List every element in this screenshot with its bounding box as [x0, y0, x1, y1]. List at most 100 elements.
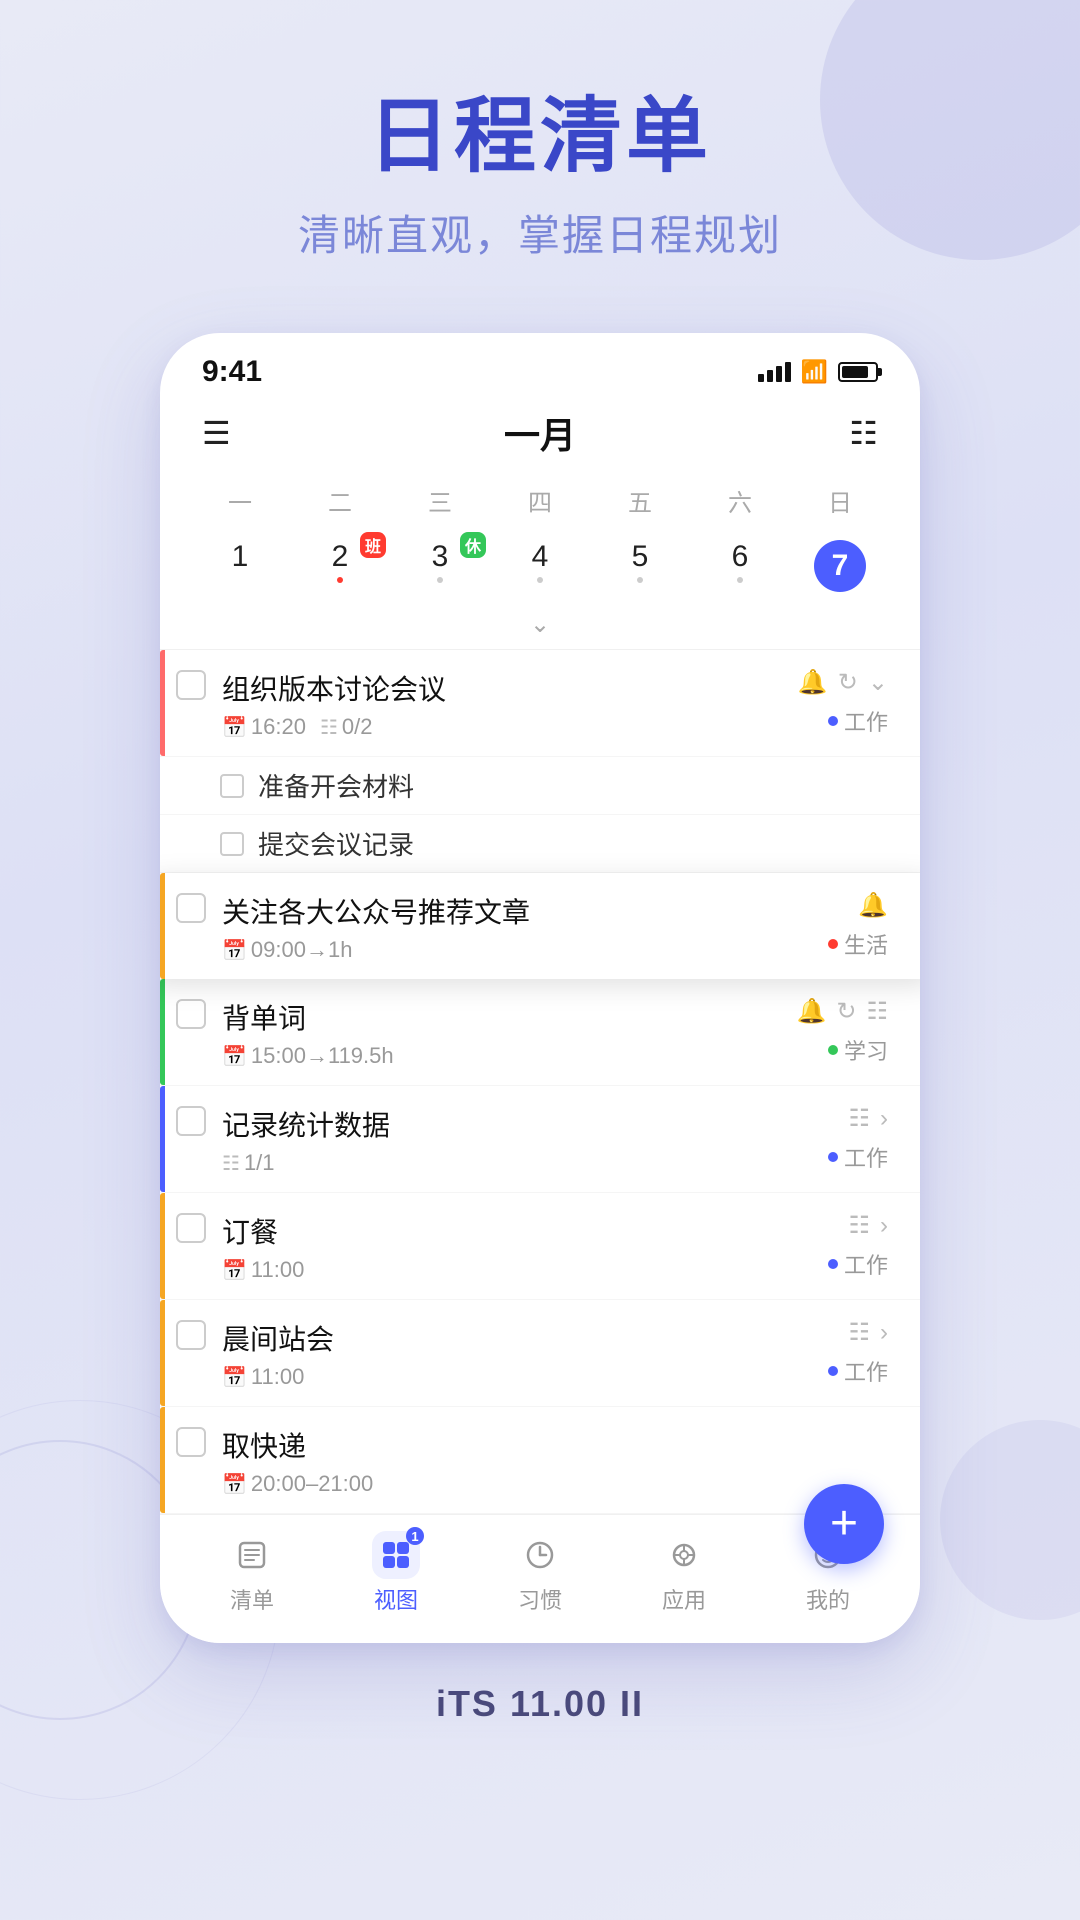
task-time: 📅 16:20: [222, 714, 306, 740]
subtask-icon: ☷: [320, 715, 338, 740]
task-item[interactable]: 取快递 📅 20:00–21:00: [160, 1407, 920, 1514]
task-color-bar: [160, 979, 165, 1085]
task-time: 📅 20:00–21:00: [222, 1471, 373, 1497]
menu-icon[interactable]: ☰: [202, 417, 231, 449]
grid-icon[interactable]: ☷: [866, 997, 888, 1026]
calendar-date-4[interactable]: 4: [490, 532, 590, 600]
calendar-date-3[interactable]: 3 休: [390, 532, 490, 600]
bottom-label: iTS 11.00 II: [436, 1683, 644, 1725]
nav-item-view[interactable]: 1 视图: [346, 1531, 446, 1615]
nav-icon-list: [228, 1531, 276, 1579]
subtask-title: 提交会议记录: [258, 825, 414, 862]
wifi-icon: 📶: [801, 359, 828, 385]
task-meta: 📅 16:20 ☷ 0/2: [222, 714, 798, 740]
nav-label-list: 清单: [230, 1583, 274, 1615]
task-time: 📅 09:00→1h: [222, 937, 352, 963]
task-checkbox[interactable]: [176, 1320, 206, 1350]
page-title: 日程清单: [298, 90, 782, 184]
task-color-bar: [160, 1193, 165, 1299]
category-dot: [828, 1366, 838, 1376]
task-time: 📅 11:00: [222, 1257, 304, 1283]
task-title: 取快递: [222, 1425, 888, 1465]
grid-icon[interactable]: ☷: [848, 1104, 870, 1133]
task-item[interactable]: 背单词 📅 15:00→119.5h 🔔 ↻ ☷: [160, 979, 920, 1086]
weekday-mon: 一: [190, 477, 290, 524]
subtask-checkbox[interactable]: [220, 774, 244, 798]
grid-icon[interactable]: ☷: [848, 1211, 870, 1240]
nav-icon-habit: [516, 1531, 564, 1579]
task-content: 关注各大公众号推荐文章 📅 09:00→1h: [222, 891, 828, 963]
status-bar: 9:41 📶: [160, 333, 920, 397]
task-checkbox[interactable]: [176, 670, 206, 700]
task-checkbox[interactable]: [176, 1106, 206, 1136]
subtask-item: 准备开会材料: [160, 757, 920, 815]
task-content: 晨间站会 📅 11:00: [222, 1318, 828, 1390]
nav-item-apps[interactable]: 应用: [634, 1531, 734, 1615]
grid-icon[interactable]: ☷: [848, 1318, 870, 1347]
task-title: 关注各大公众号推荐文章: [222, 891, 828, 931]
task-item[interactable]: 晨间站会 📅 11:00 ☷ › 工作: [160, 1300, 920, 1407]
calendar-week-header: 一 二 三 四 五 六 日: [160, 477, 920, 524]
nav-badge-view: 1: [406, 1527, 424, 1545]
nav-label-view: 视图: [374, 1583, 418, 1615]
calendar-date-1[interactable]: 1: [190, 532, 290, 600]
clock-icon: 📅: [222, 715, 247, 740]
weekday-fri: 五: [590, 477, 690, 524]
task-checkbox[interactable]: [176, 999, 206, 1029]
task-content: 取快递 📅 20:00–21:00: [222, 1425, 888, 1497]
task-title: 晨间站会: [222, 1318, 828, 1358]
chevron-down-icon[interactable]: ⌄: [868, 668, 888, 697]
bell-icon[interactable]: 🔔: [798, 668, 828, 697]
calendar-date-5[interactable]: 5: [590, 532, 690, 600]
add-task-button[interactable]: +: [804, 1484, 884, 1564]
nav-item-list[interactable]: 清单: [202, 1531, 302, 1615]
chevron-right-icon[interactable]: ›: [880, 1105, 888, 1133]
bell-icon[interactable]: 🔔: [796, 997, 826, 1026]
chevron-right-icon[interactable]: ›: [880, 1319, 888, 1347]
calendar-grid-icon[interactable]: ☷: [849, 414, 878, 452]
task-meta: 📅 15:00→119.5h: [222, 1043, 796, 1069]
calendar-date-6[interactable]: 6: [690, 532, 790, 600]
category-dot: [828, 1045, 838, 1055]
calendar-date-2[interactable]: 2 班: [290, 532, 390, 600]
task-meta: ☷ 1/1: [222, 1150, 828, 1176]
task-item[interactable]: 订餐 📅 11:00 ☷ › 工作: [160, 1193, 920, 1300]
subtask-checkbox[interactable]: [220, 832, 244, 856]
task-content: 背单词 📅 15:00→119.5h: [222, 997, 796, 1069]
refresh-icon[interactable]: ↻: [838, 668, 858, 697]
clock-icon: 📅: [222, 1258, 247, 1283]
task-category: 生活: [828, 928, 888, 960]
task-checkbox[interactable]: [176, 893, 206, 923]
clock-icon: 📅: [222, 1044, 247, 1069]
weekday-sat: 六: [690, 477, 790, 524]
refresh-icon[interactable]: ↻: [836, 997, 856, 1026]
expand-arrow[interactable]: ⌄: [160, 610, 920, 649]
rest-badge: 休: [460, 532, 486, 558]
month-title: 一月: [504, 407, 576, 459]
task-right: 🔔 ↻ ☷ 学习: [796, 997, 888, 1066]
phone-mockup: 9:41 📶 ☰ 一月 ☷ 一 二: [160, 333, 920, 1643]
task-right: ☷ › 工作: [828, 1211, 888, 1280]
task-meta: 📅 11:00: [222, 1364, 828, 1390]
bell-icon[interactable]: 🔔: [858, 891, 888, 920]
task-category: 工作: [828, 1355, 888, 1387]
category-dot: [828, 716, 838, 726]
task-color-bar: [160, 1300, 165, 1406]
nav-item-habit[interactable]: 习惯: [490, 1531, 590, 1615]
clock-icon: 📅: [222, 938, 247, 963]
task-actions: 🔔: [858, 891, 888, 920]
chevron-right-icon[interactable]: ›: [880, 1212, 888, 1240]
task-checkbox[interactable]: [176, 1427, 206, 1457]
class-badge: 班: [360, 532, 386, 558]
task-item-highlighted[interactable]: 关注各大公众号推荐文章 📅 09:00→1h 🔔: [160, 873, 920, 979]
task-checkbox[interactable]: [176, 1213, 206, 1243]
task-right: 🔔 ↻ ⌄ 工作: [798, 668, 888, 737]
calendar-date-7[interactable]: 7: [790, 532, 890, 600]
task-time: 📅 15:00→119.5h: [222, 1043, 394, 1069]
task-actions: ☷ ›: [848, 1104, 888, 1133]
status-icons: 📶: [758, 359, 878, 385]
task-item[interactable]: 组织版本讨论会议 📅 16:20 ☷ 0/2 🔔: [160, 650, 920, 757]
subtask-title: 准备开会材料: [258, 767, 414, 804]
task-color-bar: [160, 1086, 165, 1192]
task-item[interactable]: 记录统计数据 ☷ 1/1 ☷ › 工作: [160, 1086, 920, 1193]
